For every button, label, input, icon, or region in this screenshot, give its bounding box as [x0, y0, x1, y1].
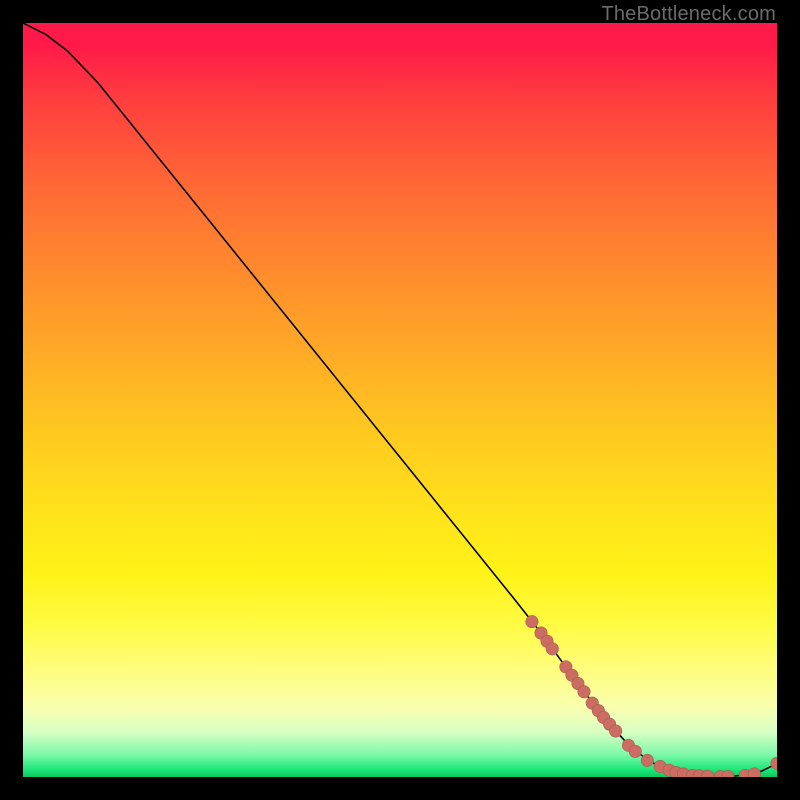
curve-marker — [546, 643, 558, 655]
curve-marker — [578, 686, 590, 698]
curve-marker — [609, 725, 621, 737]
chart-overlay-svg — [23, 23, 777, 777]
curve-marker — [748, 768, 760, 777]
bottleneck-curve — [23, 23, 777, 777]
curve-markers — [526, 615, 777, 777]
curve-marker — [771, 757, 777, 769]
curve-marker — [526, 615, 538, 627]
curve-marker — [629, 745, 641, 757]
chart-canvas: TheBottleneck.com — [0, 0, 800, 800]
plot-area — [23, 23, 777, 777]
curve-marker — [641, 754, 653, 766]
watermark-text: TheBottleneck.com — [601, 3, 776, 26]
